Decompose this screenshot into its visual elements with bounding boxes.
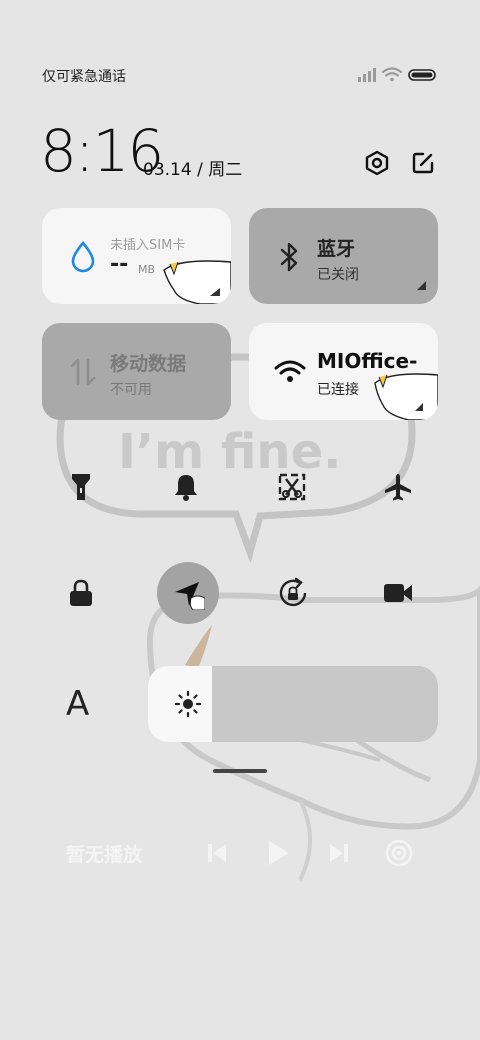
bluetooth-expand-indicator[interactable] xyxy=(417,281,426,290)
location-icon xyxy=(175,582,205,610)
ring-mode-toggle[interactable] xyxy=(155,456,217,518)
tile-mobile-data[interactable]: 移动数据 不可用 xyxy=(42,323,231,420)
wifi-icon xyxy=(381,67,403,82)
airplane-icon xyxy=(385,474,411,501)
tile-bluetooth[interactable]: 蓝牙 已关闭 xyxy=(249,208,438,304)
previous-button[interactable] xyxy=(200,836,234,870)
next-button[interactable] xyxy=(322,836,356,870)
water-drop-icon xyxy=(66,240,100,274)
mobile-data-title: 移动数据 xyxy=(110,353,187,375)
status-icons xyxy=(358,66,438,86)
date-text: 03.14 / 周二 xyxy=(143,160,243,180)
wifi-status: 已连接 xyxy=(317,382,359,398)
lock-icon xyxy=(70,579,92,606)
cellular-signal-icon xyxy=(358,68,376,82)
lock-screen-toggle[interactable] xyxy=(50,562,112,624)
mobile-data-status: 不可用 xyxy=(110,382,152,398)
cast-button[interactable] xyxy=(382,836,416,870)
data-tile-title: 未插入SIM卡 xyxy=(110,238,186,253)
status-carrier-text: 仅可紧急通话 xyxy=(42,69,126,85)
screenshot-toggle[interactable] xyxy=(261,456,323,518)
rotation-lock-toggle[interactable] xyxy=(262,562,324,624)
flashlight-icon xyxy=(72,474,90,500)
sun-icon xyxy=(174,690,202,718)
battery-icon xyxy=(408,69,436,81)
settings-hex-icon[interactable] xyxy=(362,148,392,178)
bluetooth-status: 已关闭 xyxy=(317,267,359,283)
bird-wing-sticker xyxy=(374,373,438,420)
previous-icon xyxy=(208,844,226,862)
screen-record-toggle[interactable] xyxy=(367,562,429,624)
wifi-icon xyxy=(273,355,307,389)
media-title: 暂无播放 xyxy=(66,844,143,866)
tile-data-usage[interactable]: 未插入SIM卡 -- MB xyxy=(42,208,231,304)
location-toggle[interactable] xyxy=(157,562,219,624)
next-icon xyxy=(330,844,348,862)
data-arrows-icon xyxy=(66,355,100,389)
screenshot-icon xyxy=(278,473,306,501)
bell-icon xyxy=(175,475,197,501)
data-usage-unit: MB xyxy=(138,263,156,276)
airplane-mode-toggle[interactable] xyxy=(367,456,429,518)
brightness-slider[interactable] xyxy=(148,666,438,742)
tile-wifi[interactable]: MIOffice- 已连接 xyxy=(249,323,438,420)
data-usage-value: -- xyxy=(110,252,129,277)
bird-wing-sticker xyxy=(163,260,231,304)
font-size-button[interactable]: A xyxy=(66,684,89,724)
bluetooth-icon xyxy=(273,240,307,274)
drag-handle[interactable] xyxy=(213,769,267,773)
rotation-lock-icon xyxy=(279,577,307,607)
edit-icon[interactable] xyxy=(408,148,438,178)
bluetooth-title: 蓝牙 xyxy=(317,238,356,260)
flashlight-toggle[interactable] xyxy=(50,456,112,518)
cast-icon xyxy=(385,839,413,867)
play-icon xyxy=(269,841,289,865)
play-button[interactable] xyxy=(261,836,295,870)
video-camera-icon xyxy=(384,584,412,602)
